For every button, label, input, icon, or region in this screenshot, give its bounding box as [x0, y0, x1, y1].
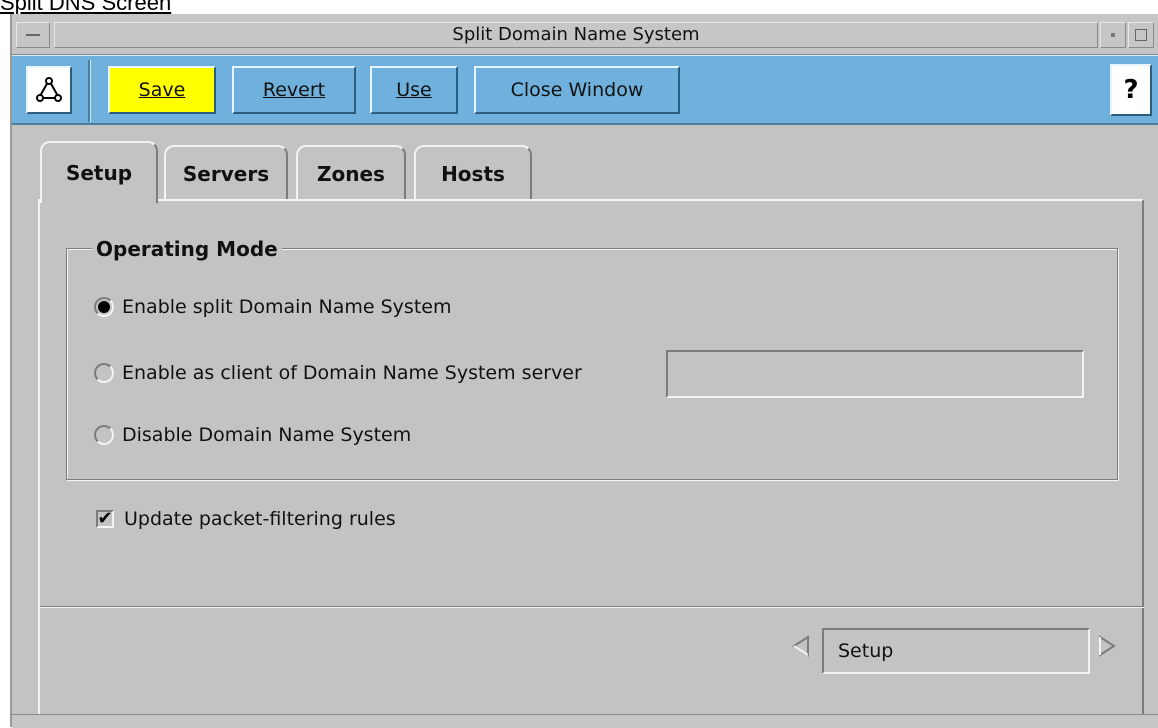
network-tree-icon — [36, 77, 62, 102]
use-button[interactable]: Use — [370, 66, 458, 114]
maximize-button[interactable] — [1128, 22, 1154, 48]
left-arrow-icon — [792, 635, 809, 657]
right-arrow-icon — [1099, 635, 1116, 657]
window-menu-button[interactable] — [16, 22, 50, 48]
tab-servers-label: Servers — [182, 162, 270, 186]
tab-hosts[interactable]: Hosts — [414, 145, 532, 201]
revert-button[interactable]: Revert — [232, 66, 356, 114]
toolbar: Save Revert Use Close Window ? — [12, 55, 1158, 125]
network-tree-button[interactable] — [26, 66, 72, 114]
title-bar: Split Domain Name System — [12, 14, 1158, 55]
revert-label: Revert — [262, 79, 326, 101]
close-window-button[interactable]: Close Window — [474, 66, 680, 114]
radio-label: Enable split Domain Name System — [122, 296, 452, 318]
checkmark-icon: ✔ — [97, 508, 113, 529]
window-menu-icon — [26, 34, 40, 36]
toolbar-separator — [88, 60, 91, 122]
save-button[interactable]: Save — [108, 66, 216, 114]
footer-divider — [40, 606, 1144, 608]
radio-dot-icon — [98, 301, 110, 313]
window-bottom-edge — [12, 714, 1158, 728]
save-label: Save — [138, 79, 186, 101]
active-tab-joiner — [42, 197, 156, 203]
minimize-button[interactable] — [1100, 22, 1126, 48]
help-icon: ? — [1123, 75, 1139, 105]
next-page-button[interactable] — [1096, 632, 1118, 660]
use-label: Use — [396, 79, 432, 101]
radio-button[interactable] — [94, 363, 114, 383]
split-dns-window: Split Domain Name System Save Revert Use… — [10, 14, 1158, 728]
radio-button[interactable] — [94, 297, 114, 317]
maximize-icon — [1135, 29, 1147, 41]
tab-servers[interactable]: Servers — [164, 145, 288, 201]
tab-setup-label: Setup — [65, 161, 133, 185]
radio-label: Enable as client of Domain Name System s… — [122, 362, 582, 384]
tab-hosts-label: Hosts — [441, 162, 505, 186]
radio-disable-dns[interactable]: Disable Domain Name System — [94, 424, 411, 446]
update-rules-label: Update packet-filtering rules — [124, 508, 396, 530]
tab-setup[interactable]: Setup — [40, 141, 158, 203]
operating-mode-legend: Operating Mode — [92, 236, 282, 262]
radio-button[interactable] — [94, 425, 114, 445]
help-button[interactable]: ? — [1110, 64, 1152, 116]
window-title: Split Domain Name System — [54, 22, 1098, 48]
close-window-label: Close Window — [510, 79, 644, 101]
update-rules-checkbox[interactable]: ✔ — [96, 510, 114, 528]
radio-enable-client[interactable]: Enable as client of Domain Name System s… — [94, 362, 582, 384]
tab-zones-label: Zones — [317, 162, 385, 186]
page-selector[interactable]: Setup — [822, 628, 1090, 674]
page-caption: Split DNS Screen — [0, 0, 172, 15]
radio-label: Disable Domain Name System — [122, 424, 412, 446]
tab-zones[interactable]: Zones — [296, 145, 406, 201]
radio-enable-split-dns[interactable]: Enable split Domain Name System — [94, 296, 451, 318]
update-rules-checkbox-row[interactable]: ✔ Update packet-filtering rules — [96, 508, 396, 530]
previous-page-button[interactable] — [790, 632, 812, 660]
dns-server-field[interactable] — [666, 350, 1084, 398]
minimize-icon — [1111, 33, 1115, 37]
